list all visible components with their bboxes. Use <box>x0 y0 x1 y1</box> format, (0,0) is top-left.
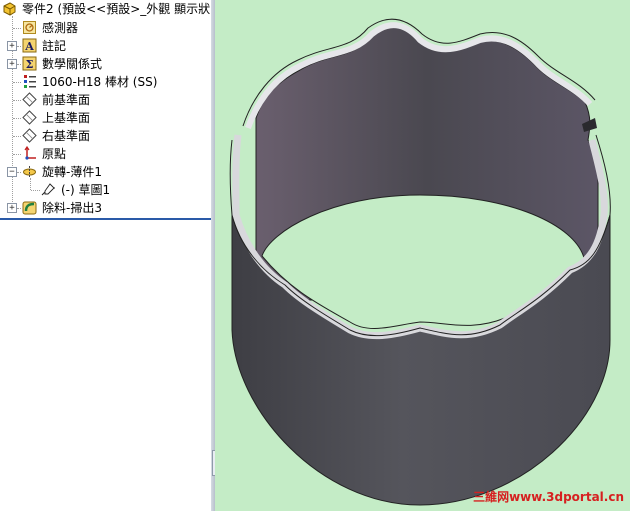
tree-item-origin[interactable]: 原點 <box>0 145 211 163</box>
collapse-icon[interactable]: − <box>7 167 17 177</box>
sketch-icon <box>41 183 55 196</box>
tree-item-front-plane[interactable]: 前基準面 <box>0 91 211 109</box>
sensor-icon <box>23 21 36 34</box>
tree-item-label: (-) 草圖1 <box>61 183 111 197</box>
tree-item-label: 上基準面 <box>42 111 91 125</box>
tree-item-equations[interactable]: + Σ 數學關係式 <box>0 55 211 73</box>
tree-item-label: 前基準面 <box>42 93 91 107</box>
material-icon <box>24 75 36 88</box>
plane-icon <box>22 110 37 125</box>
swept-cut-icon <box>22 201 37 215</box>
svg-text:A: A <box>24 40 34 53</box>
origin-icon <box>24 146 36 160</box>
rollback-bar[interactable] <box>0 218 211 220</box>
tree-item-label: 註記 <box>42 39 67 53</box>
tree-item-label: 除料-掃出3 <box>42 201 102 215</box>
tree-item-label: 原點 <box>42 147 67 161</box>
tree-root-label: 零件2 (預設<<預設>_外觀 顯示狀 <box>22 2 211 16</box>
tree-item-label: 數學關係式 <box>42 57 103 71</box>
part-icon <box>3 2 16 16</box>
tree-item-material[interactable]: 1060-H18 棒材 (SS) <box>0 73 211 91</box>
tree-item-label: 1060-H18 棒材 (SS) <box>42 75 158 89</box>
annotations-icon: A <box>22 38 37 53</box>
tree-item-label: 旋轉-薄件1 <box>42 165 102 179</box>
svg-text:Σ: Σ <box>26 58 34 71</box>
expand-icon[interactable]: + <box>7 203 17 213</box>
graphics-viewport[interactable]: 三維网www.3dportal.cn <box>215 0 630 511</box>
plane-icon <box>22 128 37 143</box>
tree-item-revolve-thin[interactable]: − 旋轉-薄件1 <box>0 163 211 181</box>
tree-item-sensors[interactable]: 感測器 <box>0 19 211 37</box>
tree-item-label: 右基準面 <box>42 129 91 143</box>
plane-icon <box>22 92 37 107</box>
equations-icon: Σ <box>22 56 37 71</box>
tree-item-right-plane[interactable]: 右基準面 <box>0 127 211 145</box>
tree-item-annotations[interactable]: + A 註記 <box>0 37 211 55</box>
part-model <box>229 18 611 506</box>
tree-item-top-plane[interactable]: 上基準面 <box>0 109 211 127</box>
revolve-thin-icon <box>23 166 36 178</box>
feature-manager-tree: 零件2 (預設<<預設>_外觀 顯示狀 感測器 + A 註記 + Σ 數學關係式 <box>0 0 212 511</box>
tree-item-sketch[interactable]: (-) 草圖1 <box>0 178 211 199</box>
tree-root-part[interactable]: 零件2 (預設<<預設>_外觀 顯示狀 <box>0 0 211 18</box>
tree-item-label: 感測器 <box>42 21 79 35</box>
watermark: 三維网www.3dportal.cn <box>473 490 624 504</box>
tree-item-swept-cut[interactable]: + 除料-掃出3 <box>0 199 211 217</box>
expand-icon[interactable]: + <box>7 59 17 69</box>
expand-icon[interactable]: + <box>7 41 17 51</box>
